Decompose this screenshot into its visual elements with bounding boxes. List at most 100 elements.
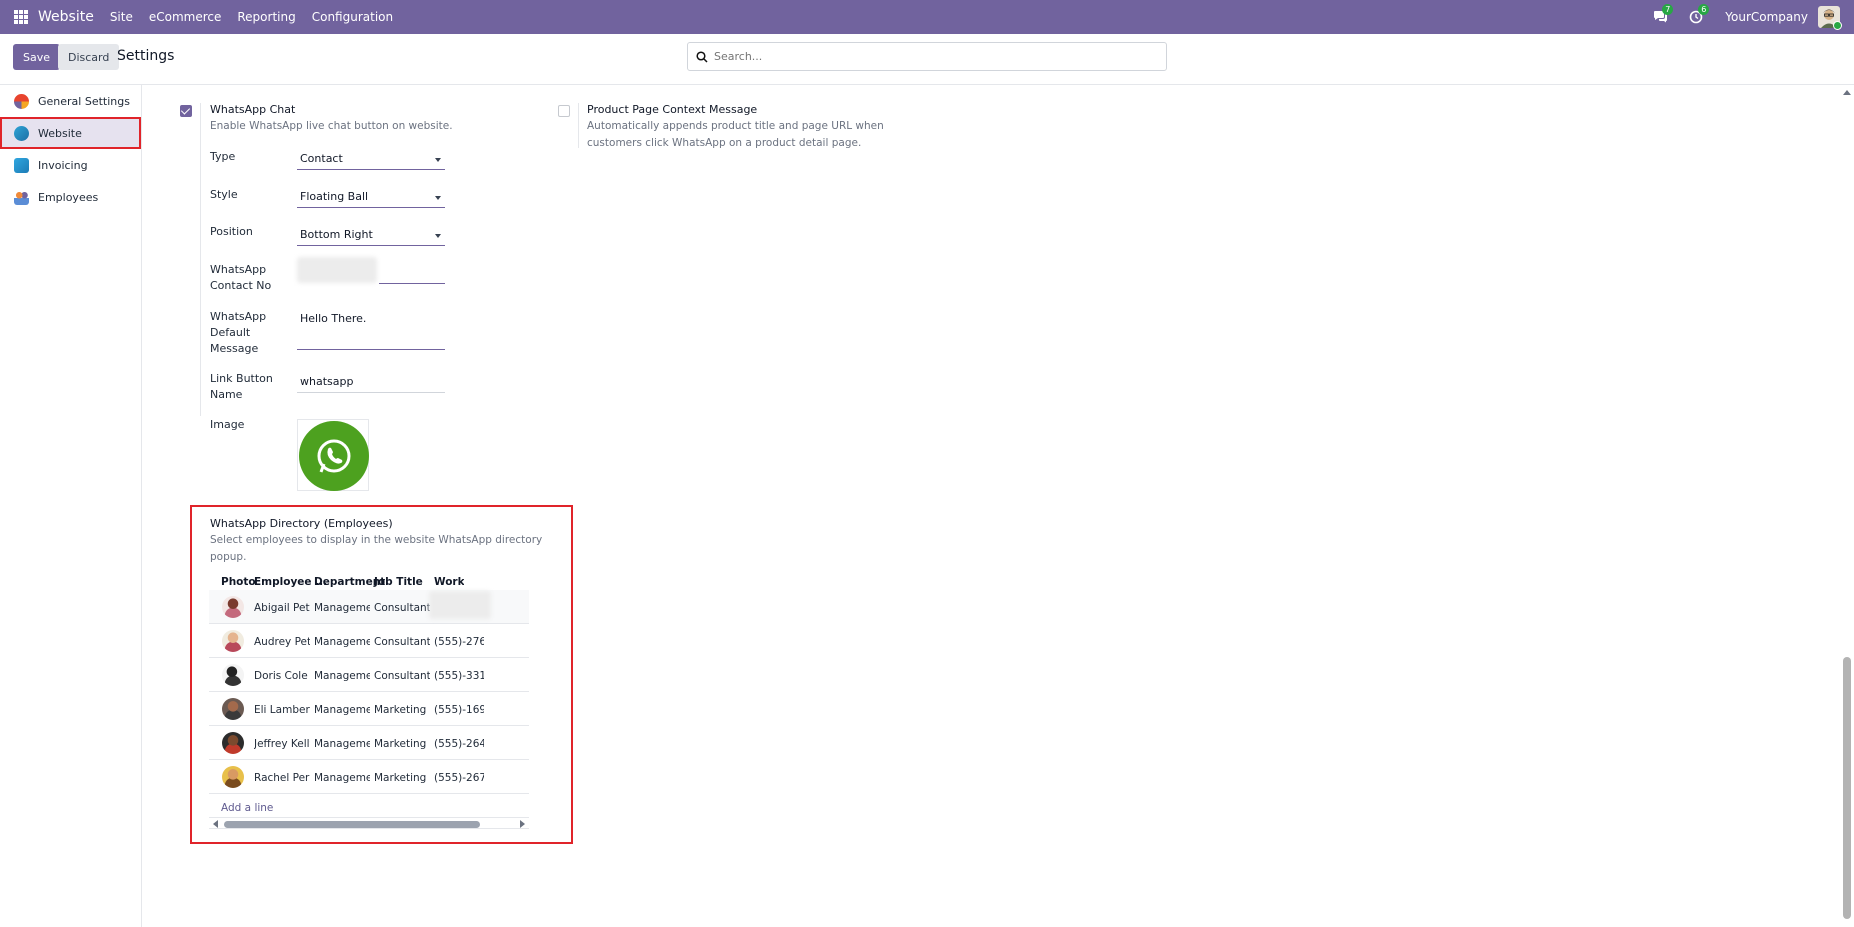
employee-department: Manageme... bbox=[314, 772, 370, 784]
employee-job-title: Marketing ... bbox=[374, 704, 430, 716]
table-row[interactable]: Abigail Pet... Manageme... Consultant bbox=[209, 590, 529, 624]
systray: 7 6 YourCompany bbox=[1653, 0, 1842, 34]
sidebar-item-employees[interactable]: Employees bbox=[0, 181, 141, 213]
menu-ecommerce[interactable]: eCommerce bbox=[149, 10, 222, 24]
activities-icon[interactable]: 6 bbox=[1689, 4, 1710, 24]
whatsapp-chat-title: WhatsApp Chat bbox=[210, 103, 296, 116]
whatsapp-directory-section: WhatsApp Directory (Employees) Select em… bbox=[190, 505, 573, 844]
product-context-checkbox[interactable] bbox=[558, 105, 570, 117]
menu-configuration[interactable]: Configuration bbox=[312, 10, 393, 24]
employee-phone-redacted bbox=[429, 591, 491, 619]
app-menu-icon[interactable] bbox=[14, 10, 28, 24]
menu-site[interactable]: Site bbox=[110, 10, 133, 24]
general-settings-icon bbox=[14, 93, 29, 109]
save-button[interactable]: Save bbox=[13, 44, 61, 70]
table-row[interactable]: Audrey Pet... Manageme... Consultant (55… bbox=[209, 624, 529, 658]
page-vertical-scrollbar[interactable] bbox=[1840, 85, 1854, 927]
whatsapp-chat-description: Enable WhatsApp live chat button on webs… bbox=[210, 120, 453, 132]
setting-divider bbox=[200, 103, 201, 416]
employee-job-title: Consultant bbox=[374, 670, 430, 682]
employee-phone: (555)-267-... bbox=[434, 772, 484, 784]
discard-button[interactable]: Discard bbox=[58, 44, 120, 70]
style-select[interactable]: Floating Ball bbox=[297, 188, 445, 208]
sidebar-item-label: General Settings bbox=[38, 94, 130, 108]
default-message-input[interactable]: Hello There. bbox=[297, 312, 366, 325]
employee-department: Manageme... bbox=[314, 704, 370, 716]
menu-reporting[interactable]: Reporting bbox=[237, 10, 295, 24]
employee-name: Doris Cole bbox=[254, 670, 308, 682]
employee-department: Manageme... bbox=[314, 636, 370, 648]
type-value: Contact bbox=[300, 152, 343, 165]
chevron-down-icon bbox=[435, 234, 441, 238]
employee-photo bbox=[222, 698, 244, 720]
employee-name: Rachel Perry bbox=[254, 772, 310, 784]
product-context-description: Automatically appends product title and … bbox=[587, 120, 884, 149]
website-icon bbox=[14, 125, 29, 141]
table-row[interactable]: Jeffrey Kelly Manageme... Marketing ... … bbox=[209, 726, 529, 760]
search-bar[interactable] bbox=[687, 42, 1167, 71]
settings-content: WhatsApp Chat Enable WhatsApp live chat … bbox=[143, 85, 1854, 927]
table-horizontal-scrollbar[interactable] bbox=[209, 817, 529, 829]
scroll-left-icon[interactable] bbox=[213, 820, 218, 828]
style-label: Style bbox=[210, 188, 238, 201]
top-navbar: Website Site eCommerce Reporting Configu… bbox=[0, 0, 1854, 34]
default-message-underline bbox=[297, 349, 445, 350]
table-row[interactable]: Doris Cole Manageme... Consultant (555)-… bbox=[209, 658, 529, 692]
scrollbar-thumb[interactable] bbox=[224, 821, 480, 828]
table-row[interactable]: Rachel Perry Manageme... Marketing ... (… bbox=[209, 760, 529, 794]
employee-phone: (555)-276-... bbox=[434, 636, 484, 648]
employee-job-title: Consultant bbox=[374, 636, 430, 648]
sidebar-item-general-settings[interactable]: General Settings bbox=[0, 85, 141, 117]
whatsapp-chat-checkbox[interactable] bbox=[180, 105, 192, 117]
column-photo[interactable]: Photo bbox=[221, 576, 256, 588]
employee-name: Abigail Pet... bbox=[254, 602, 310, 614]
type-select[interactable]: Contact bbox=[297, 150, 445, 170]
messages-badge: 7 bbox=[1662, 4, 1674, 15]
employee-department: Manageme... bbox=[314, 670, 370, 682]
sidebar-item-label: Employees bbox=[38, 190, 99, 204]
chevron-down-icon bbox=[435, 196, 441, 200]
employee-name: Jeffrey Kelly bbox=[254, 738, 310, 750]
page-title: Settings bbox=[117, 48, 175, 64]
setting-divider bbox=[578, 103, 579, 148]
position-value: Bottom Right bbox=[300, 228, 373, 241]
style-value: Floating Ball bbox=[300, 190, 369, 203]
employee-photo bbox=[222, 766, 244, 788]
sidebar-item-website[interactable]: Website bbox=[0, 117, 141, 149]
employee-phone: (555)-331-... bbox=[434, 670, 484, 682]
app-name[interactable]: Website bbox=[38, 9, 94, 25]
employee-photo bbox=[222, 596, 244, 618]
default-message-label: WhatsApp Default Message bbox=[210, 310, 267, 355]
messages-icon[interactable]: 7 bbox=[1653, 4, 1674, 24]
user-avatar[interactable] bbox=[1818, 6, 1842, 30]
product-context-title: Product Page Context Message bbox=[587, 103, 758, 116]
position-label: Position bbox=[210, 225, 253, 238]
control-panel: Save Discard Settings bbox=[0, 34, 1854, 85]
link-button-name-input[interactable]: whatsapp bbox=[297, 375, 353, 388]
search-input[interactable] bbox=[714, 50, 1154, 63]
scroll-right-icon[interactable] bbox=[520, 820, 525, 828]
scroll-up-icon[interactable] bbox=[1843, 90, 1851, 95]
directory-title: WhatsApp Directory (Employees) bbox=[210, 517, 393, 530]
sidebar-item-invoicing[interactable]: Invoicing bbox=[0, 149, 141, 181]
whatsapp-logo-icon bbox=[299, 421, 369, 491]
link-button-name-label: Link Button Name bbox=[210, 372, 273, 401]
sidebar-item-label: Website bbox=[38, 126, 82, 140]
directory-description: Select employees to display in the websi… bbox=[210, 534, 543, 563]
employees-icon bbox=[14, 189, 29, 205]
scrollbar-thumb[interactable] bbox=[1843, 657, 1851, 919]
column-job-title[interactable]: Job Title bbox=[374, 576, 423, 588]
column-work-phone[interactable]: Work I bbox=[434, 576, 464, 588]
type-label: Type bbox=[210, 150, 236, 163]
position-select[interactable]: Bottom Right bbox=[297, 226, 445, 246]
employee-photo bbox=[222, 732, 244, 754]
company-switcher[interactable]: YourCompany bbox=[1725, 10, 1808, 24]
employee-job-title: Marketing ... bbox=[374, 738, 430, 750]
table-row[interactable]: Eli Lambert Manageme... Marketing ... (5… bbox=[209, 692, 529, 726]
employee-name: Audrey Pet... bbox=[254, 636, 310, 648]
add-a-line-link[interactable]: Add a line bbox=[221, 802, 273, 814]
contact-number-input[interactable] bbox=[297, 257, 377, 283]
employee-phone: (555)-169-... bbox=[434, 704, 484, 716]
settings-sidebar: General Settings Website Invoicing Emplo… bbox=[0, 85, 142, 927]
whatsapp-image-field[interactable] bbox=[297, 419, 369, 491]
